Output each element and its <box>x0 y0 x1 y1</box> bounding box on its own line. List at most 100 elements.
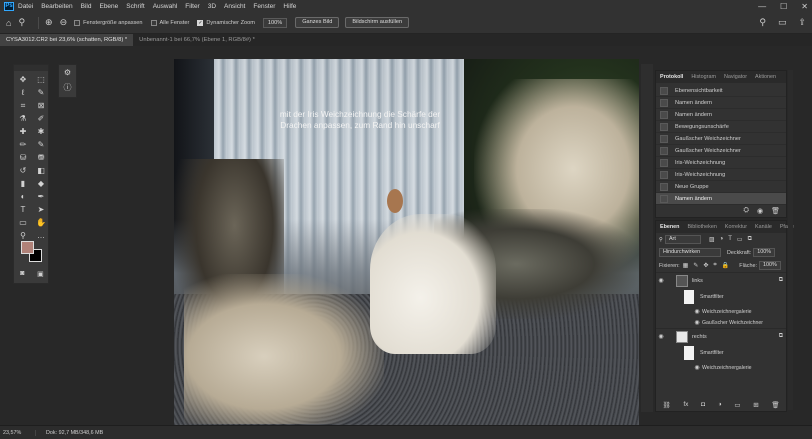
fit-screen-button[interactable]: Ganzes Bild <box>295 17 340 28</box>
history-item-selected[interactable]: Namen ändern <box>656 193 786 205</box>
tab-histogram[interactable]: Histogram <box>687 74 720 80</box>
healing-tool-icon[interactable]: ✚ <box>14 125 32 138</box>
tab-kanaele[interactable]: Kanäle <box>751 224 776 230</box>
add-mask-icon[interactable]: ◘ <box>701 401 705 409</box>
lock-all-icon[interactable]: 🔒 <box>722 262 729 269</box>
ruler-tool-icon[interactable]: ✐ <box>32 112 50 125</box>
patch-tool-icon[interactable]: ✱ <box>32 125 50 138</box>
blend-mode-select[interactable]: Hindurchwirken <box>659 248 721 257</box>
menu-auswahl[interactable]: Auswahl <box>153 3 178 10</box>
pixel-filter-icon[interactable]: ▨ <box>709 236 715 243</box>
blur-tool-icon[interactable]: ◆ <box>32 177 50 190</box>
menu-ansicht[interactable]: Ansicht <box>224 3 245 10</box>
zoom-out-icon[interactable]: ⊖ <box>60 17 68 28</box>
panel-scrollbar[interactable] <box>788 70 793 410</box>
eye-icon[interactable]: ◉ <box>656 277 666 284</box>
snapshot-icon[interactable]: ⛭ <box>743 207 749 215</box>
filter-row[interactable]: ◉ Gaußscher Weichzeichner <box>656 317 786 328</box>
camera-icon[interactable]: ◉ <box>757 207 763 215</box>
tab-pfade[interactable]: Pfade <box>776 224 798 230</box>
path-select-tool-icon[interactable]: ➤ <box>32 203 50 216</box>
lock-artboard-icon[interactable]: ⌗ <box>713 262 716 269</box>
gradient-tool-icon[interactable]: ▮ <box>14 177 32 190</box>
link-layers-icon[interactable]: ⛓ <box>662 401 670 409</box>
eyedropper-tool-icon[interactable]: ⚗ <box>14 112 32 125</box>
tab-unbenannt-1[interactable]: Unbenannt-1 bei 66,7% (Ebene 1, RGB/8#) … <box>133 34 261 46</box>
history-item[interactable]: Gaußscher Weichzeichner <box>656 133 786 145</box>
all-windows-checkbox[interactable]: Alle Fenster <box>150 19 189 26</box>
history-item[interactable]: Namen ändern <box>656 97 786 109</box>
menu-hilfe[interactable]: Hilfe <box>283 3 296 10</box>
zoom-in-icon[interactable]: ⊕ <box>45 17 53 28</box>
eye-icon[interactable]: ◉ <box>692 319 702 326</box>
fill-field[interactable]: 100% <box>758 261 781 270</box>
filter-row[interactable]: ◉ Weichzeichnergalerie <box>656 306 786 317</box>
tab-aktionen[interactable]: Aktionen <box>751 74 780 80</box>
tab-korrektur[interactable]: Korrektur <box>721 224 751 230</box>
hand-tool-icon[interactable]: ✋ <box>32 216 50 229</box>
history-item[interactable]: Neue Gruppe <box>656 181 786 193</box>
info-icon[interactable]: ⓘ <box>59 80 76 95</box>
pen-tool-icon[interactable]: ✒ <box>32 190 50 203</box>
minimize-button[interactable]: — <box>758 2 766 11</box>
move-tool-icon[interactable]: ✥ <box>14 73 32 86</box>
menu-bild[interactable]: Bild <box>81 3 92 10</box>
shape-tool-icon[interactable]: ▭ <box>14 216 32 229</box>
menu-fenster[interactable]: Fenster <box>253 3 275 10</box>
home-icon[interactable]: ⌂ <box>6 18 11 28</box>
menu-datei[interactable]: Datei <box>18 3 33 10</box>
trash-icon[interactable]: 🗑 <box>771 207 780 215</box>
brush-tool-icon[interactable]: ✏ <box>14 138 32 151</box>
new-group-icon[interactable]: ▭ <box>734 401 740 409</box>
type-tool-icon[interactable]: T <box>14 203 32 216</box>
layer-row[interactable]: ◉ rechts ⧉ <box>656 328 786 344</box>
tab-cysa3012[interactable]: CYSA3012.CR2 bei 23,6% (schatten, RGB/8)… <box>0 34 134 46</box>
menu-bearbeiten[interactable]: Bearbeiten <box>41 3 72 10</box>
screen-mode-icon[interactable]: ▣ <box>37 270 44 278</box>
eye-icon[interactable]: ◉ <box>692 308 702 315</box>
fill-screen-button[interactable]: Bildschirm ausfüllen <box>345 17 410 28</box>
quick-select-tool-icon[interactable]: ✎ <box>32 86 50 99</box>
history-item[interactable]: Iris-Weichzeichnung <box>656 157 786 169</box>
smartfilter-row[interactable]: Smartfilter <box>656 288 786 306</box>
frame-tool-icon[interactable]: ⊠ <box>32 99 50 112</box>
tab-bibliotheken[interactable]: Bibliotheken <box>683 224 720 230</box>
dodge-tool-icon[interactable]: ◐ <box>14 190 32 203</box>
tab-navigator[interactable]: Navigator <box>720 74 751 80</box>
history-item[interactable]: Namen ändern <box>656 109 786 121</box>
menu-ebene[interactable]: Ebene <box>99 3 118 10</box>
foreground-color-swatch[interactable] <box>21 241 34 254</box>
maximize-button[interactable]: ☐ <box>780 2 787 11</box>
close-button[interactable]: ✕ <box>801 2 808 11</box>
layer-kind-select[interactable]: Art <box>664 235 701 244</box>
zoom-tool-icon[interactable]: ⚲ <box>18 17 25 28</box>
adjustment-layer-icon[interactable]: ◑ <box>718 401 722 409</box>
eye-icon[interactable]: ◉ <box>656 333 666 340</box>
layer-row[interactable]: ◉ links ⧉ <box>656 272 786 288</box>
lock-image-icon[interactable]: ✎ <box>693 262 698 269</box>
properties-icon[interactable]: ⚙ <box>59 65 76 80</box>
history-brush-tool-icon[interactable]: ↺ <box>14 164 32 177</box>
lasso-tool-icon[interactable]: ℓ <box>14 86 32 99</box>
history-item[interactable]: Gaußscher Weichzeichner <box>656 145 786 157</box>
share-icon[interactable]: ⇪ <box>798 17 806 28</box>
shape-filter-icon[interactable]: ▭ <box>737 236 743 243</box>
crop-tool-icon[interactable]: ⌗ <box>14 99 32 112</box>
tab-ebenen[interactable]: Ebenen <box>656 224 683 230</box>
eye-icon[interactable]: ◉ <box>692 364 702 371</box>
eraser-tool-icon[interactable]: ◧ <box>32 164 50 177</box>
smartfilter-row[interactable]: Smartfilter <box>656 344 786 362</box>
type-filter-icon[interactable]: T <box>728 236 732 243</box>
filter-row[interactable]: ◉ Weichzeichnergalerie <box>656 362 786 373</box>
opacity-field[interactable]: 100% <box>753 248 776 257</box>
new-layer-icon[interactable]: ⊞ <box>753 401 758 409</box>
zoom-value-field[interactable]: 100% <box>262 17 288 28</box>
smart-filter-icon[interactable]: ⧉ <box>748 236 752 243</box>
zoom-readout[interactable]: 23,57% <box>0 429 36 436</box>
quick-mask-icon[interactable]: ◙ <box>20 270 24 278</box>
pattern-stamp-tool-icon[interactable]: ⛃ <box>32 151 50 164</box>
history-item[interactable]: Iris-Weichzeichnung <box>656 169 786 181</box>
history-item[interactable]: Bewegungsunschärfe <box>656 121 786 133</box>
menu-3d[interactable]: 3D <box>208 3 216 10</box>
workspace-icon[interactable]: ▭ <box>778 17 787 28</box>
